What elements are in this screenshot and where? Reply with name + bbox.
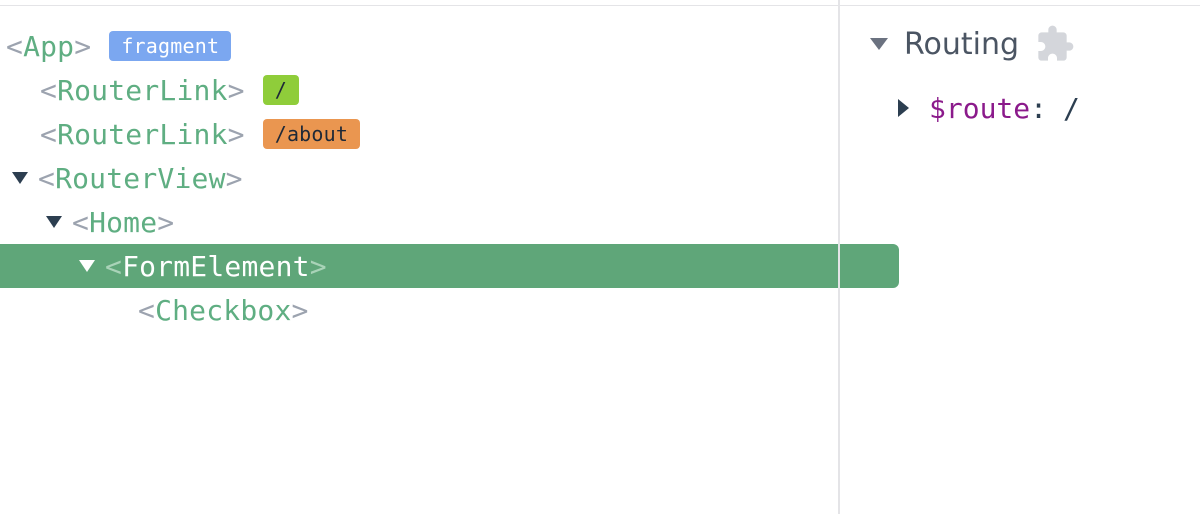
tag-open: < bbox=[6, 29, 24, 63]
tree-node-form-element[interactable]: < FormElement > bbox=[0, 244, 899, 288]
routing-section-header[interactable]: Routing bbox=[870, 24, 1075, 64]
tag-close: > bbox=[291, 293, 309, 327]
tag-open: < bbox=[138, 293, 156, 327]
component-name: Checkbox bbox=[155, 293, 292, 327]
component-name: RouterLink bbox=[57, 73, 228, 107]
tag-open: < bbox=[72, 205, 90, 239]
fragment-badge: fragment bbox=[109, 31, 232, 61]
tag-close: > bbox=[227, 117, 245, 151]
expand-caret-icon[interactable] bbox=[46, 216, 62, 228]
inspector-panel: Routing $route: / bbox=[840, 0, 1200, 514]
property-key: $route bbox=[929, 91, 1031, 125]
tag-close: > bbox=[225, 161, 243, 195]
tree-node-router-view[interactable]: < RouterView > bbox=[0, 156, 832, 200]
tag-open: < bbox=[40, 117, 58, 151]
tree-node-router-link[interactable]: < RouterLink > / bbox=[0, 68, 860, 112]
component-name: RouterLink bbox=[57, 117, 228, 151]
tag-close: > bbox=[227, 73, 245, 107]
route-badge: / bbox=[262, 75, 299, 105]
route-badge: /about bbox=[262, 119, 361, 149]
property-colon: : bbox=[1030, 91, 1048, 125]
expand-caret-icon[interactable] bbox=[898, 99, 909, 117]
component-name: Home bbox=[89, 205, 158, 239]
component-name: FormElement bbox=[122, 249, 310, 283]
route-property[interactable]: $route: / bbox=[898, 88, 1080, 128]
tree-node-router-link[interactable]: < RouterLink > /about bbox=[0, 112, 860, 156]
collapse-caret-icon[interactable] bbox=[870, 38, 888, 50]
tree-node-home[interactable]: < Home > bbox=[0, 200, 866, 244]
section-title: Routing bbox=[904, 26, 1020, 62]
tag-open: < bbox=[105, 249, 123, 283]
property-value: / bbox=[1063, 91, 1080, 125]
expand-caret-icon[interactable] bbox=[79, 260, 95, 272]
tag-open: < bbox=[38, 161, 56, 195]
tree-node-checkbox[interactable]: < Checkbox > bbox=[0, 288, 958, 332]
tag-close: > bbox=[157, 205, 175, 239]
component-tree: < App > fragment < RouterLink > / < RouterLin… bbox=[0, 0, 899, 514]
component-name: App bbox=[23, 29, 75, 63]
puzzle-icon bbox=[1038, 25, 1074, 61]
tag-close: > bbox=[309, 249, 327, 283]
expand-caret-icon[interactable] bbox=[12, 172, 28, 184]
tree-node-app[interactable]: < App > fragment bbox=[0, 24, 826, 68]
tag-open: < bbox=[40, 73, 58, 107]
tag-close: > bbox=[74, 29, 92, 63]
component-name: RouterView bbox=[55, 161, 226, 195]
